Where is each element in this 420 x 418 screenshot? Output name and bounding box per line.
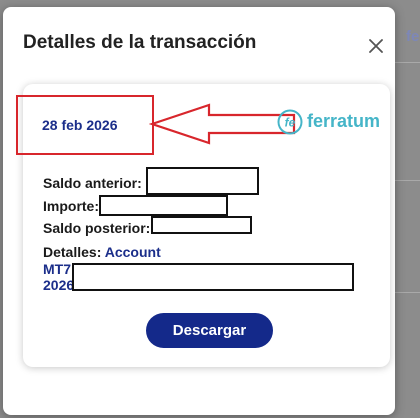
- transaction-date: 28 feb 2026: [42, 117, 118, 133]
- transaction-details-modal: Detalles de la transacción 28 feb 2026 f…: [3, 7, 395, 415]
- reference-line-1: MT7: [43, 261, 71, 277]
- detalles-value: Account: [104, 244, 161, 260]
- ferratum-logo: fe ferratum: [277, 109, 389, 137]
- background-divider: [395, 180, 420, 181]
- redaction-box: [72, 263, 354, 291]
- transaction-card: 28 feb 2026 fe ferratum Saldo anterior: …: [16, 84, 390, 367]
- detalles-label: Detalles:: [43, 244, 102, 260]
- background-partial-text: fe: [406, 28, 420, 45]
- saldo-anterior-label: Saldo anterior:: [43, 175, 142, 191]
- ferratum-logo-icon: fe: [277, 109, 303, 135]
- background-divider: [395, 292, 420, 293]
- redaction-box: [151, 216, 252, 234]
- detalles-row: Detalles: Account: [43, 244, 161, 260]
- redaction-box: [99, 195, 228, 216]
- download-button[interactable]: Descargar: [146, 313, 273, 348]
- annotation-arrow: [149, 103, 296, 145]
- reference-line-2: 2026: [43, 277, 75, 293]
- close-icon[interactable]: [364, 34, 388, 58]
- importe-label: Importe:: [43, 198, 99, 214]
- background-divider: [395, 62, 420, 63]
- redaction-box: [146, 167, 259, 195]
- logo-mark-text: fe: [285, 116, 296, 130]
- modal-title: Detalles de la transacción: [23, 32, 257, 53]
- saldo-posterior-label: Saldo posterior:: [43, 220, 151, 236]
- logo-text: ferratum: [307, 111, 381, 131]
